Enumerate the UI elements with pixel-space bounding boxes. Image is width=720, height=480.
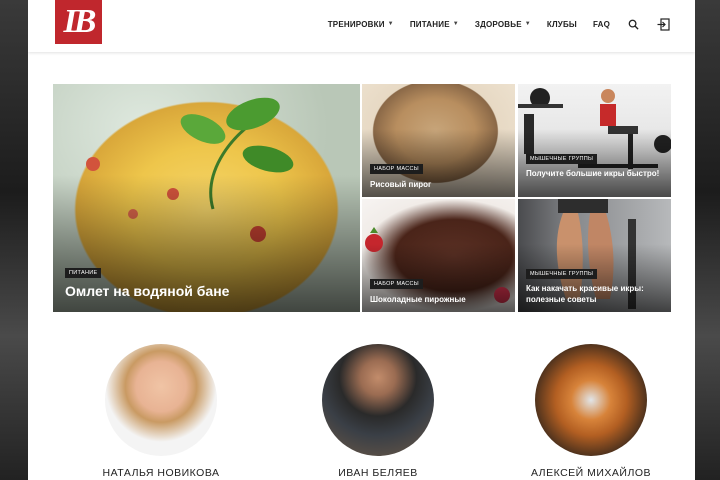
main-nav: ТРЕНИРОВКИ ▼ ПИТАНИЕ ▼ ЗДОРОВЬЕ ▼ КЛУБЫ … <box>312 17 670 31</box>
featured-post-omelette[interactable]: ПИТАНИЕ Омлет на водяной бане <box>53 84 360 312</box>
avatar[interactable] <box>322 344 434 456</box>
nav-item-trainings[interactable]: ТРЕНИРОВКИ ▼ <box>328 20 394 29</box>
category-badge[interactable]: ПИТАНИЕ <box>65 268 102 278</box>
category-badge[interactable]: МЫШЕЧНЫЕ ГРУППЫ <box>526 154 598 164</box>
site-logo[interactable]: IB <box>55 0 102 44</box>
featured-post-calves-fast[interactable]: МЫШЕЧНЫЕ ГРУППЫ Получите большие икры бы… <box>518 84 671 197</box>
post-title[interactable]: Как накачать красивые икры: полезные сов… <box>526 283 671 305</box>
nav-item-clubs[interactable]: КЛУБЫ <box>547 20 577 29</box>
chevron-down-icon: ▼ <box>387 21 394 27</box>
nav-item-faq[interactable]: FAQ <box>593 20 610 29</box>
post-title[interactable]: Рисовый пирог <box>370 180 431 189</box>
featured-post-rice-pie[interactable]: НАБОР МАССЫ Рисовый пирог <box>362 84 515 197</box>
background-left <box>0 0 28 480</box>
page: IB ТРЕНИРОВКИ ▼ ПИТАНИЕ ▼ ЗДОРОВЬЕ ▼ КЛУ… <box>28 0 695 480</box>
nav-label: ЗДОРОВЬЕ <box>474 19 522 29</box>
author-card[interactable]: ИВАН БЕЛЯЕВ <box>308 344 448 479</box>
featured-post-calves-tips[interactable]: МЫШЕЧНЫЕ ГРУППЫ Как накачать красивые ик… <box>518 199 671 312</box>
author-card[interactable]: АЛЕКСЕЙ МИХАЙЛОВ <box>521 344 661 479</box>
category-badge[interactable]: НАБОР МАССЫ <box>370 164 423 174</box>
author-name[interactable]: НАТАЛЬЯ НОВИКОВА <box>91 467 231 479</box>
nav-label: ТРЕНИРОВКИ <box>327 19 385 29</box>
post-title[interactable]: Омлет на водяной бане <box>65 283 229 299</box>
author-name[interactable]: АЛЕКСЕЙ МИХАЙЛОВ <box>521 467 661 479</box>
nav-label: FAQ <box>592 19 610 29</box>
category-badge[interactable]: НАБОР МАССЫ <box>370 279 423 289</box>
featured-post-brownies[interactable]: НАБОР МАССЫ Шоколадные пирожные <box>362 199 515 312</box>
site-header: IB ТРЕНИРОВКИ ▼ ПИТАНИЕ ▼ ЗДОРОВЬЕ ▼ КЛУ… <box>28 0 695 52</box>
avatar[interactable] <box>105 344 217 456</box>
nav-label: ПИТАНИЕ <box>409 19 450 29</box>
nav-item-nutrition[interactable]: ПИТАНИЕ ▼ <box>410 20 459 29</box>
post-title[interactable]: Шоколадные пирожные <box>370 295 466 304</box>
featured-grid: ПИТАНИЕ Омлет на водяной бане НАБОР МАСС… <box>53 84 671 312</box>
search-icon[interactable] <box>626 17 640 31</box>
chevron-down-icon: ▼ <box>452 21 459 27</box>
avatar[interactable] <box>535 344 647 456</box>
author-name[interactable]: ИВАН БЕЛЯЕВ <box>308 467 448 479</box>
chevron-down-icon: ▼ <box>524 21 531 27</box>
post-title[interactable]: Получите большие икры быстро! <box>526 168 666 179</box>
background-right <box>695 0 720 480</box>
login-icon[interactable] <box>656 17 670 31</box>
author-card[interactable]: НАТАЛЬЯ НОВИКОВА <box>91 344 231 479</box>
nav-label: КЛУБЫ <box>546 19 577 29</box>
nav-item-health[interactable]: ЗДОРОВЬЕ ▼ <box>475 20 531 29</box>
category-badge[interactable]: МЫШЕЧНЫЕ ГРУППЫ <box>526 269 598 279</box>
